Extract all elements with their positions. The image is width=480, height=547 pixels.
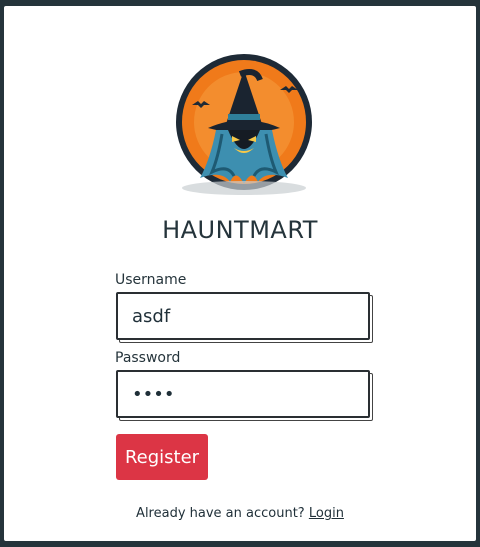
brand-name: HAUNTMART: [162, 216, 318, 244]
username-field-wrapper: [116, 292, 370, 340]
password-field-wrapper: [116, 370, 370, 418]
password-label: Password: [115, 350, 181, 366]
password-input[interactable]: [118, 372, 368, 416]
login-prompt-text: Already have an account?: [136, 506, 305, 521]
register-card: HAUNTMART Username Password Register Alr…: [4, 6, 476, 541]
username-input[interactable]: [118, 294, 368, 338]
login-prompt: Already have an account? Login: [4, 506, 476, 521]
username-label: Username: [115, 272, 187, 288]
register-button[interactable]: Register: [116, 434, 208, 480]
witch-logo-icon: [176, 54, 312, 195]
login-link[interactable]: Login: [309, 506, 344, 521]
